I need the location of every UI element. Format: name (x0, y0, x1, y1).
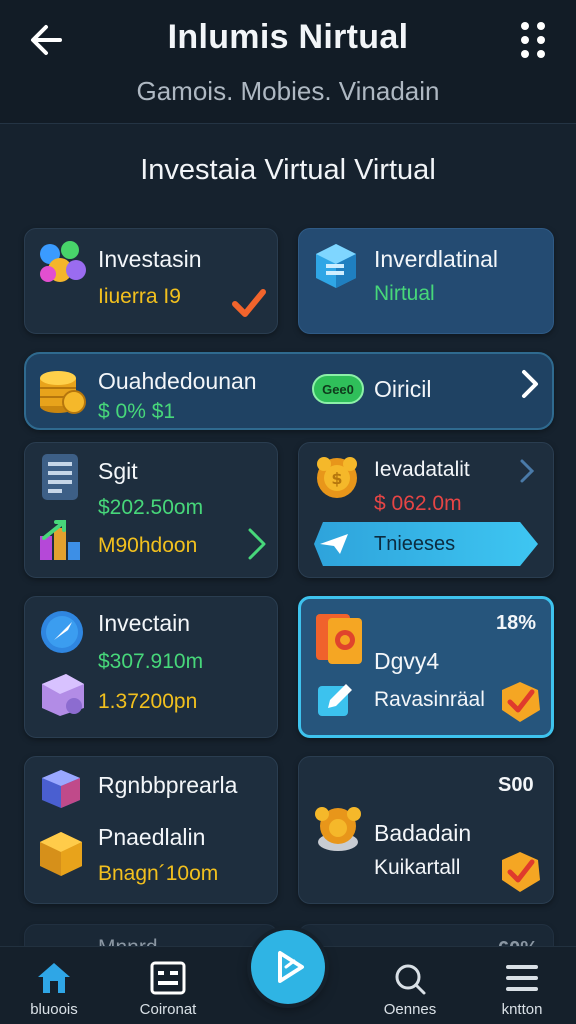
action-button-label: Tnieeses (374, 532, 456, 555)
card-title: Dgvy4 (374, 648, 440, 674)
growth-chart-icon (40, 520, 80, 560)
box-icon (42, 770, 80, 808)
play-icon (278, 951, 304, 983)
card-title: Badadain (374, 820, 472, 846)
card-title: Invectain (98, 610, 191, 636)
card-value: Iiuerra I9 (98, 285, 181, 308)
cube-icon (316, 244, 356, 288)
status-pill: Gee0 (312, 374, 364, 404)
card-value-secondary: 1.37200pn (98, 690, 198, 713)
tab-search[interactable]: Oennes (360, 947, 460, 1024)
search-icon (395, 964, 426, 995)
card-value: Bnagn´10om (98, 862, 219, 885)
chevron-right-icon[interactable] (516, 458, 538, 484)
tab-menu[interactable]: kntton (472, 947, 572, 1024)
send-icon (320, 534, 348, 554)
section-title: Investaia Virtual Virtual (140, 154, 436, 186)
card-title: Investasin (98, 246, 202, 272)
card-value: Kuikartall (374, 856, 461, 879)
checkmark-icon (232, 289, 266, 317)
card-value: Ravasinräal (374, 688, 485, 711)
edit-icon (318, 684, 352, 716)
svg-text:$: $ (331, 469, 342, 488)
card-title: Ievadatalit (374, 458, 470, 481)
tab-chart[interactable]: Coironat (118, 947, 218, 1024)
document-icon (42, 454, 78, 500)
tab-label: Coironat (139, 1001, 197, 1018)
coin-bag-icon: $ (317, 457, 357, 498)
kebab-menu-icon[interactable] (520, 20, 548, 60)
card-title: Ouahdedounan (98, 368, 257, 394)
app-title: Inlumis Nirtual (167, 18, 409, 56)
compass-icon (41, 611, 83, 653)
tab-label: kntton (501, 1001, 543, 1018)
coins-stack-icon (40, 371, 86, 414)
checkmark-badge-icon (502, 852, 540, 892)
percent-badge: 18% (496, 612, 537, 634)
tab-home[interactable]: bluoois (4, 947, 104, 1024)
card-value: $ 062.0m (374, 492, 462, 515)
card-value-secondary: M90hdoon (98, 534, 198, 557)
home-icon (38, 963, 70, 993)
wallet-icon (42, 674, 84, 716)
photo-card-icon (316, 614, 362, 664)
header-subtitle: Gamois. Mobies. Vinadain (136, 76, 440, 106)
balloons-icon (40, 241, 86, 282)
percent-badge: S00 (498, 774, 534, 796)
piggy-bank-icon (315, 807, 361, 851)
tab-label: Oennes (383, 1001, 437, 1018)
side-label: Oiricil (374, 376, 432, 402)
card-value: $307.910m (98, 650, 204, 673)
card-title: Inverdlatinal (374, 246, 499, 272)
card-subtitle: Pnaedlalin (98, 824, 206, 850)
card-title: Rgnbbprearla (98, 772, 238, 798)
card-value: Nirtual (374, 282, 435, 305)
chevron-right-icon[interactable] (242, 526, 270, 562)
card-title: Sgit (98, 458, 138, 484)
card-value: $ 0% $1 (98, 400, 176, 423)
chevron-right-icon[interactable] (516, 368, 544, 400)
package-icon (40, 832, 82, 876)
card-value: $202.50om (98, 496, 204, 519)
header: Inlumis Nirtual Gamois. Mobies. Vinadain (0, 0, 576, 124)
menu-icon (506, 965, 538, 991)
play-button[interactable] (251, 930, 325, 1004)
checkmark-badge-icon (502, 682, 540, 722)
chart-icon (150, 961, 186, 995)
tab-label: bluoois (30, 1001, 78, 1018)
